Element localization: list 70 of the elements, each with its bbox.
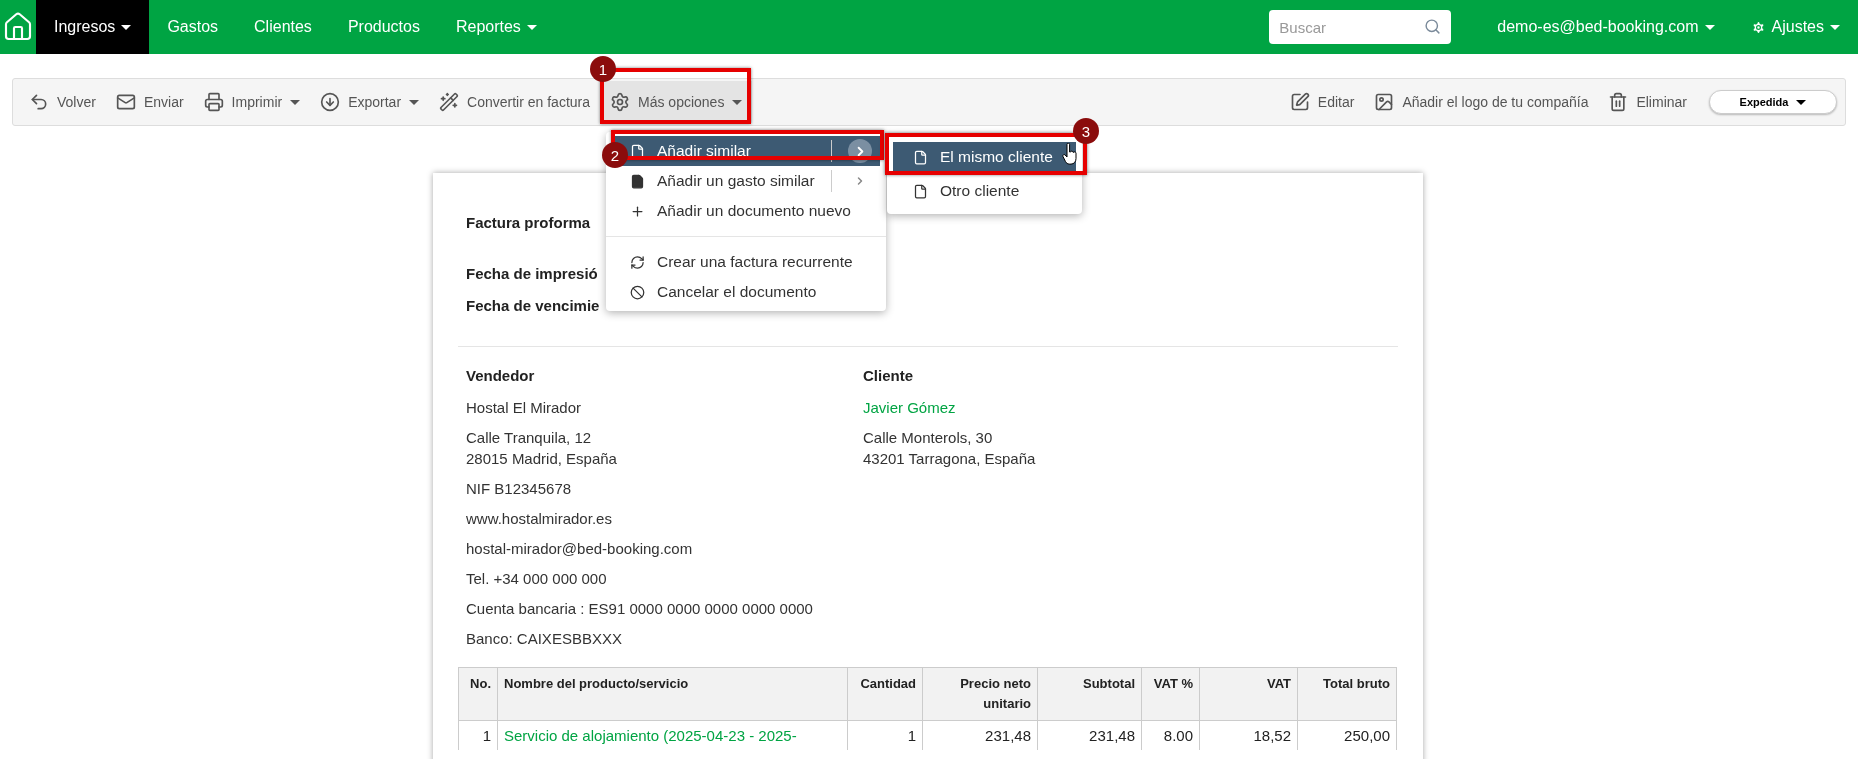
column-header: VAT [1199,667,1298,721]
menu-item[interactable]: Otro cliente [893,176,1076,206]
date-label: Fecha de impresió [466,264,598,284]
menu-item[interactable]: El mismo cliente [893,142,1076,172]
menu-item[interactable]: Crear una factura recurrente [612,247,880,277]
step-badge: 1 [590,56,616,82]
seller-detail: Cuenta bancaria : ES91 0000 0000 0000 0000 0000 [466,599,814,619]
caret-icon [732,99,743,105]
date-label: Fecha de vencimie [466,296,600,316]
status-dropdown[interactable]: Expedida [1709,90,1837,114]
caret-icon [1796,99,1807,105]
seller-detail: hostal-mirador@bed-booking.com [466,539,694,559]
toolbar-button[interactable]: Imprimir [193,81,311,123]
column-header: VAT % [1141,667,1200,721]
menu-item[interactable]: Añadir un documento nuevo [612,196,880,226]
toolbar-icon [115,92,136,112]
caret-icon [1704,24,1715,30]
column-header: No. [458,667,498,721]
seller-detail: www.hostalmirador.es [466,509,613,529]
seller-detail: Banco: CAIXESBBXXX [466,629,623,649]
menu-icon [630,284,645,300]
column-header: Subtotal [1037,667,1142,721]
seller-detail: NIF B12345678 [466,479,573,499]
client-heading: Cliente [863,367,914,384]
toolbar-button[interactable]: Exportar [310,81,430,123]
caret-icon [409,99,420,105]
nav-link[interactable]: Ingresos [36,0,150,54]
seller-detail: 28015 Madrid, España [466,449,618,469]
toolbar-icon [1608,92,1629,112]
search-icon [1424,18,1442,35]
toolbar-button[interactable]: Eliminar [1598,81,1697,123]
column-header: Precio neto unitario [922,667,1038,721]
gear-icon [1750,19,1766,35]
seller-detail: Calle Tranquila, 12 [466,428,593,448]
menu-icon [630,173,645,189]
table-cell: 1 [458,720,498,750]
seller-detail: Tel. +34 000 000 000 [466,569,608,589]
menu-item[interactable]: Añadir un gasto similar [612,166,880,196]
toolbar-button[interactable]: Convertir en factura [429,81,601,123]
document-title: Factura proforma [466,213,591,233]
toolbar-icon [203,92,224,112]
toolbar-button[interactable]: Añadir el logo de tu compañía [1364,81,1599,123]
toolbar-icon [610,92,631,112]
search-field[interactable]: Buscar [1269,10,1452,44]
menu-icon [630,203,645,219]
caret-icon [526,24,537,30]
client-detail: Calle Monterols, 30 [863,428,994,448]
seller-detail: Hostal El Mirador [466,398,583,418]
step-badge: 2 [602,142,628,168]
document-icon [913,183,928,199]
toolbar-icon [439,92,460,112]
hand-cursor-icon [1062,143,1078,165]
caret-icon [121,24,132,30]
seller-heading: Vendedor [466,367,536,384]
caret-icon [1830,24,1840,30]
column-header: Nombre del producto/servicio [497,667,848,721]
toolbar-icon [29,92,49,112]
toolbar-button[interactable]: Volver [19,81,106,123]
toolbar-button[interactable]: Enviar [105,81,194,123]
menu-item[interactable]: Cancelar el documento [612,277,880,307]
document-icon [913,149,928,165]
client-detail: 43201 Tarragona, España [863,449,1037,469]
toolbar-icon [1289,92,1310,112]
column-header: Cantidad [847,667,923,721]
toolbar-button[interactable]: Editar [1279,81,1365,123]
toolbar-icon [320,92,341,112]
menu-icon [630,254,645,270]
caret-icon [290,99,301,105]
column-header: Total bruto [1297,667,1397,721]
toolbar-icon [1374,92,1395,112]
